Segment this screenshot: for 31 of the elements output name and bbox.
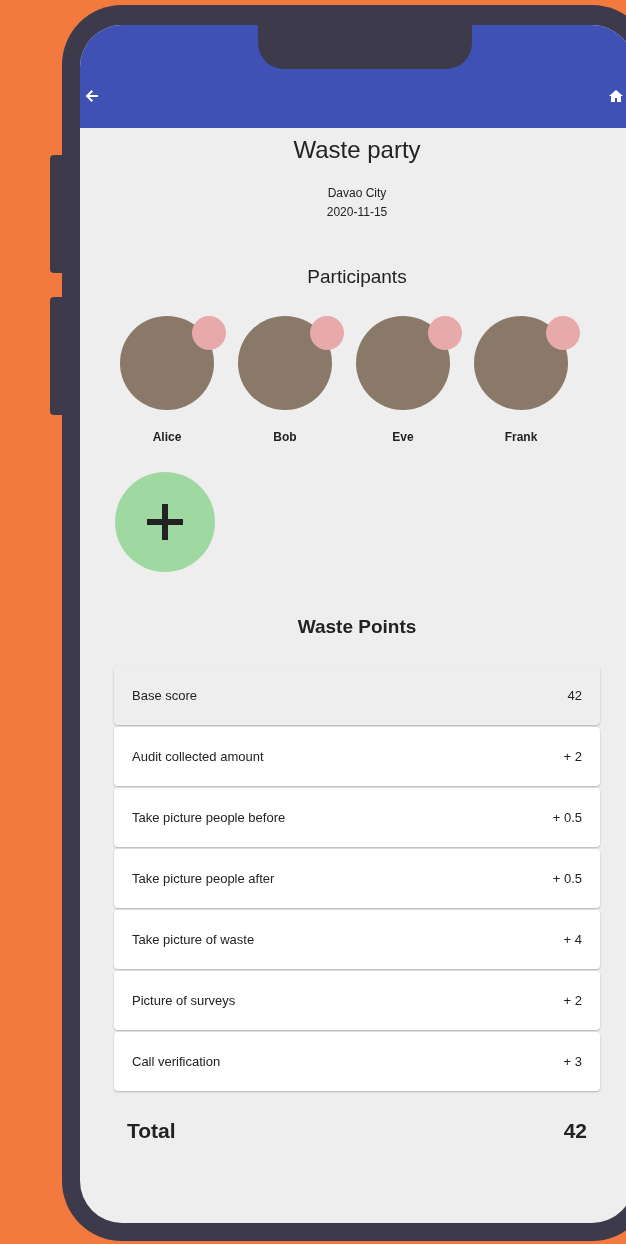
home-icon[interactable] [608, 88, 624, 104]
participant-name: Frank [504, 430, 538, 444]
score-value: + 2 [563, 749, 582, 764]
participant-name: Bob [273, 430, 297, 444]
event-date: 2020-11-15 [326, 204, 388, 221]
score-label: Picture of surveys [132, 993, 236, 1008]
remove-badge-icon[interactable] [192, 316, 226, 350]
score-value: + 4 [563, 932, 582, 947]
score-label: Take picture of waste [132, 932, 255, 947]
event-title: Waste party [293, 136, 421, 164]
score-value: + 3 [563, 1054, 582, 1069]
score-label: Take picture people before [132, 810, 286, 825]
participant-name: Eve [392, 430, 414, 444]
score-value: + 2 [563, 993, 582, 1008]
remove-badge-icon[interactable] [310, 316, 344, 350]
section-heading: Participants [307, 266, 407, 288]
score-value: 42 [567, 688, 582, 703]
participant-name: Alice [152, 430, 182, 444]
score-label: Take picture people after [132, 871, 275, 886]
total-value: 42 [563, 1119, 587, 1143]
score-label: Base score [132, 688, 198, 703]
remove-badge-icon[interactable] [428, 316, 462, 350]
score-value: + 0.5 [552, 810, 582, 825]
event-location: Davao City [327, 185, 387, 202]
remove-badge-icon[interactable] [546, 316, 580, 350]
score-value: + 0.5 [552, 871, 582, 886]
section-heading: Waste Points [297, 616, 417, 638]
score-label: Call verification [132, 1054, 221, 1069]
score-label: Audit collected amount [132, 749, 264, 764]
back-arrow-icon[interactable] [84, 88, 100, 104]
total-label: Total [127, 1119, 176, 1143]
